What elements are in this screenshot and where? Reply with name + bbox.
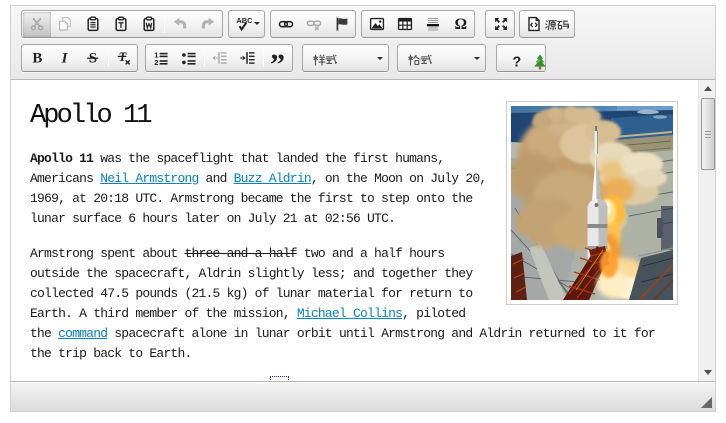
svg-text:I: I [61, 50, 69, 66]
svg-text:B: B [32, 50, 42, 66]
svg-text:2: 2 [154, 58, 158, 66]
svg-text:”: ” [271, 50, 285, 66]
svg-text:ABC: ABC [236, 16, 252, 25]
svg-text:Ω: Ω [455, 16, 467, 32]
svg-text:?: ? [512, 55, 521, 70]
